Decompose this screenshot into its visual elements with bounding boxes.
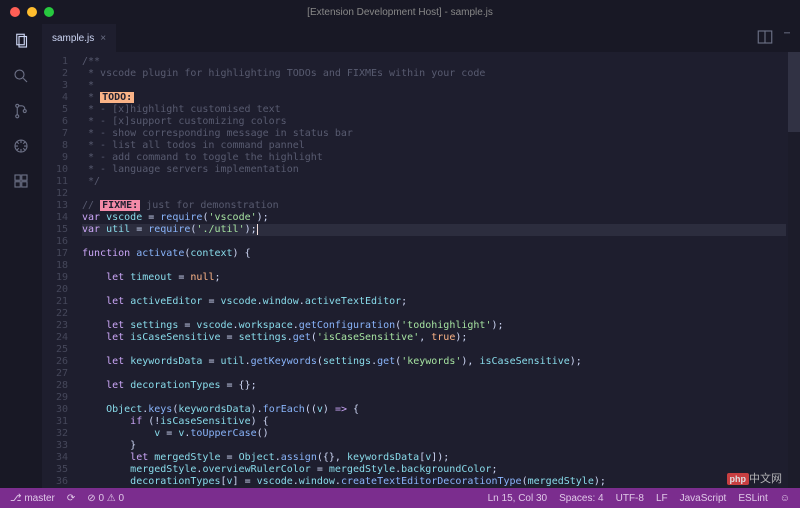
close-icon[interactable]: × [100, 33, 106, 44]
code-line[interactable]: var vscode = require('vscode'); [82, 212, 786, 224]
code-line[interactable]: if (!isCaseSensitive) { [82, 416, 786, 428]
code-line[interactable] [82, 284, 786, 296]
code-line[interactable] [82, 392, 786, 404]
cursor-position[interactable]: Ln 15, Col 30 [488, 493, 548, 504]
code-line[interactable]: * - [x]highlight customised text [82, 104, 786, 116]
code-line[interactable]: let settings = vscode.workspace.getConfi… [82, 320, 786, 332]
titlebar: [Extension Development Host] - sample.js [0, 0, 800, 24]
source-control-icon[interactable] [12, 102, 30, 123]
code-line[interactable] [82, 308, 786, 320]
window-title: [Extension Development Host] - sample.js [307, 7, 493, 18]
editor-actions: ⋯ [756, 28, 800, 49]
code-line[interactable] [82, 260, 786, 272]
code-line[interactable]: Object.keys(keywordsData).forEach((v) =>… [82, 404, 786, 416]
code-line[interactable]: /** [82, 56, 786, 68]
code-line[interactable]: * - list all todos in command pannel [82, 140, 786, 152]
code-line[interactable]: let activeEditor = vscode.window.activeT… [82, 296, 786, 308]
code-line[interactable]: let keywordsData = util.getKeywords(sett… [82, 356, 786, 368]
code-line[interactable]: decorationTypes[v] = vscode.window.creat… [82, 476, 786, 488]
code-line[interactable]: * vscode plugin for highlighting TODOs a… [82, 68, 786, 80]
git-branch[interactable]: ⎇ master [10, 493, 55, 504]
code-lines[interactable]: /** * vscode plugin for highlighting TOD… [82, 52, 786, 488]
code-line[interactable]: v = v.toUpperCase() [82, 428, 786, 440]
code-line[interactable]: let mergedStyle = Object.assign({}, keyw… [82, 452, 786, 464]
code-line[interactable]: mergedStyle.overviewRulerColor = mergedS… [82, 464, 786, 476]
problems-indicator[interactable]: ⊘ 0 ⚠ 0 [87, 493, 124, 504]
close-window-button[interactable] [10, 7, 20, 17]
code-line[interactable] [82, 344, 786, 356]
debug-icon[interactable] [12, 137, 30, 158]
tab-bar: sample.js × ⋯ [42, 24, 800, 52]
eslint-status[interactable]: ESLint [738, 493, 767, 504]
watermark: php中文网 [727, 470, 783, 486]
split-editor-icon[interactable] [756, 28, 774, 49]
editor-area: sample.js × ⋯ 12345678910111213141516171… [42, 24, 800, 488]
code-line[interactable]: function activate(context) { [82, 248, 786, 260]
indentation[interactable]: Spaces: 4 [559, 493, 603, 504]
zoom-window-button[interactable] [44, 7, 54, 17]
code-line[interactable]: * - [x]support customizing colors [82, 116, 786, 128]
workspace: sample.js × ⋯ 12345678910111213141516171… [0, 24, 800, 488]
vertical-scrollbar[interactable] [788, 52, 800, 488]
window-controls [10, 7, 54, 17]
activity-bar [0, 24, 42, 488]
minimize-window-button[interactable] [27, 7, 37, 17]
feedback-icon[interactable]: ☺ [780, 493, 790, 504]
more-actions-icon[interactable]: ⋯ [784, 28, 790, 49]
status-bar: ⎇ master ⟳ ⊘ 0 ⚠ 0 Ln 15, Col 30 Spaces:… [0, 488, 800, 508]
code-editor[interactable]: 1234567891011121314151617181920212223242… [42, 52, 800, 488]
search-icon[interactable] [12, 67, 30, 88]
scrollbar-thumb[interactable] [788, 52, 800, 132]
code-line[interactable] [82, 368, 786, 380]
encoding[interactable]: UTF-8 [616, 493, 644, 504]
code-line[interactable]: let isCaseSensitive = settings.get('isCa… [82, 332, 786, 344]
extensions-icon[interactable] [12, 172, 30, 193]
line-number-gutter: 1234567891011121314151617181920212223242… [42, 52, 76, 488]
code-line[interactable]: var util = require('./util'); [82, 224, 786, 236]
eol[interactable]: LF [656, 493, 668, 504]
code-line[interactable]: // FIXME: just for demonstration [82, 200, 786, 212]
code-line[interactable] [82, 236, 786, 248]
tab-label: sample.js [52, 33, 94, 44]
code-line[interactable]: } [82, 440, 786, 452]
sync-button[interactable]: ⟳ [67, 493, 75, 504]
code-line[interactable]: * [82, 80, 786, 92]
code-line[interactable]: let decorationTypes = {}; [82, 380, 786, 392]
code-line[interactable]: let timeout = null; [82, 272, 786, 284]
language-mode[interactable]: JavaScript [680, 493, 727, 504]
code-line[interactable]: * - language servers implementation [82, 164, 786, 176]
code-line[interactable]: * TODO: [82, 92, 786, 104]
code-line[interactable]: */ [82, 176, 786, 188]
code-line[interactable] [82, 188, 786, 200]
code-line[interactable]: * - show corresponding message in status… [82, 128, 786, 140]
code-line[interactable]: * - add command to toggle the highlight [82, 152, 786, 164]
tab-sample-js[interactable]: sample.js × [42, 24, 116, 52]
explorer-icon[interactable] [11, 32, 31, 53]
